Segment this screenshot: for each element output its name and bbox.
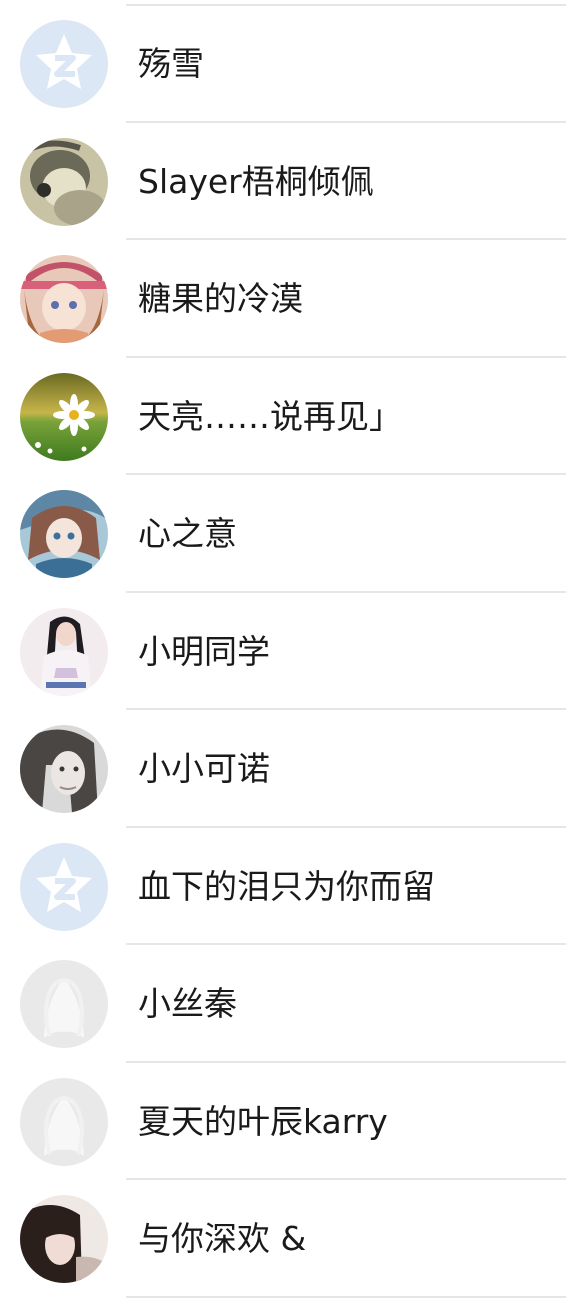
- anime-hooded-character-avatar: [20, 137, 108, 226]
- anime-girl-blue-avatar: [20, 490, 108, 578]
- contact-row[interactable]: 血下的泪只为你而留: [0, 828, 566, 946]
- contact-row[interactable]: 殇雪: [0, 5, 566, 123]
- contact-list: 殇雪 Slayer梧桐倾佩 糖果的冷漠 天亮……说再见」 心之意 小明同学 小小…: [0, 5, 566, 1298]
- contact-row[interactable]: 小小可诺: [0, 710, 566, 828]
- girl-bw-portrait-avatar: [20, 725, 108, 813]
- contact-row[interactable]: 小明同学: [0, 593, 566, 711]
- daisy-flower-avatar: [20, 372, 108, 461]
- contact-name: 夏天的叶辰karry: [138, 1101, 388, 1141]
- girl-dark-hair-avatar: [20, 1195, 108, 1283]
- contact-row[interactable]: 夏天的叶辰karry: [0, 1063, 566, 1181]
- contact-name: 血下的泪只为你而留: [138, 866, 435, 906]
- contact-row[interactable]: 心之意: [0, 475, 566, 593]
- contact-row[interactable]: 糖果的冷漠: [0, 240, 566, 358]
- contact-name: 殇雪: [138, 44, 204, 83]
- anime-girl-cap-avatar: [20, 255, 108, 343]
- default-qq-star-icon: [20, 20, 108, 108]
- contact-name: 心之意: [138, 514, 237, 553]
- contact-name: Slayer梧桐倾佩: [138, 161, 374, 201]
- contact-row[interactable]: 小丝秦: [0, 945, 566, 1063]
- contact-name: 小丝秦: [138, 984, 237, 1023]
- default-person-silhouette-icon: [20, 1077, 108, 1166]
- default-person-silhouette-icon: [20, 960, 108, 1048]
- contact-name: 小小可诺: [138, 749, 270, 788]
- contact-name: 小明同学: [138, 631, 270, 671]
- contact-row[interactable]: Slayer梧桐倾佩: [0, 123, 566, 241]
- contact-row[interactable]: 天亮……说再见」: [0, 358, 566, 476]
- girl-portrait-avatar: [20, 607, 108, 696]
- contact-name: 糖果的冷漠: [138, 279, 303, 318]
- default-qq-star-icon: [20, 842, 108, 931]
- contact-name: 天亮……说再见」: [138, 396, 402, 436]
